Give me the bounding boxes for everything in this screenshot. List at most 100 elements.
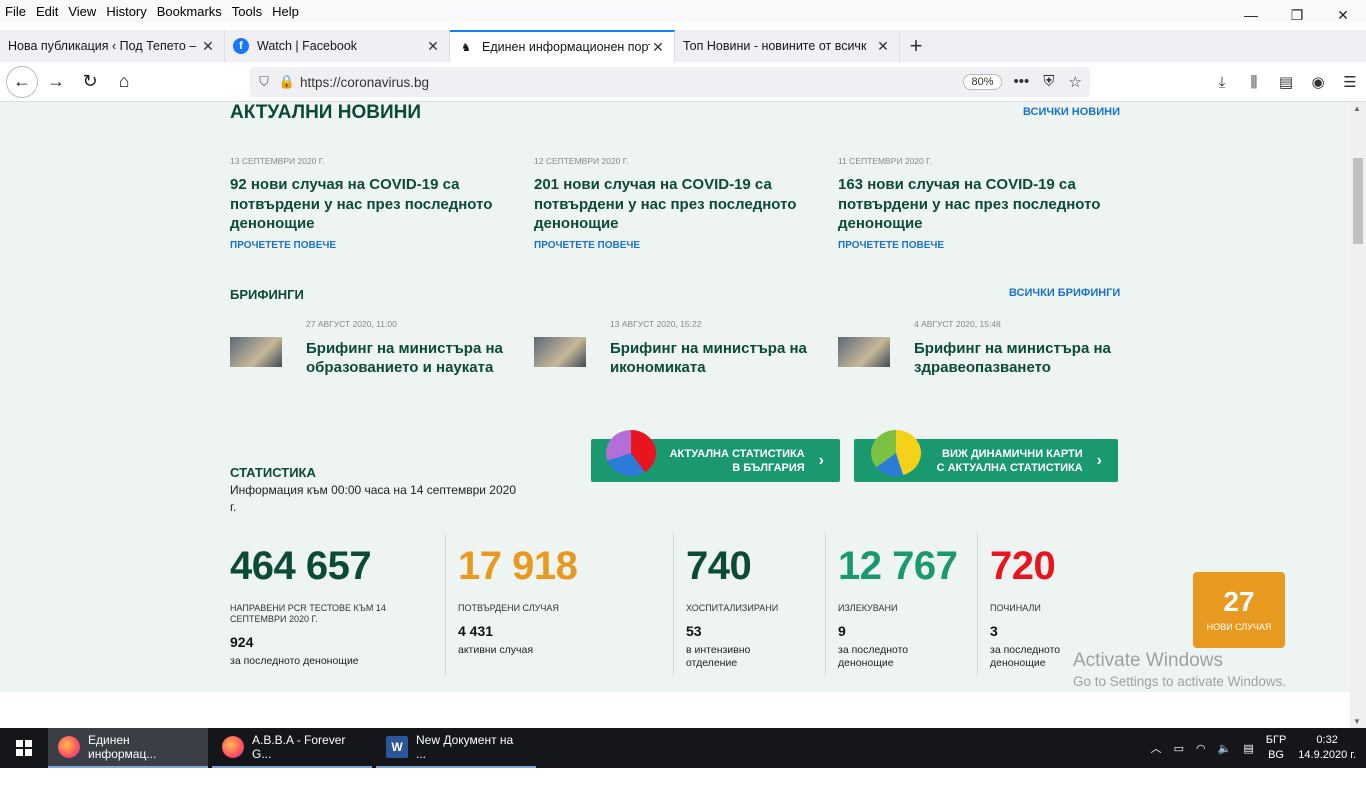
briefing-date: 27 АВГУСТ 2020, 11:00 [306, 319, 397, 329]
new-cases-value: 27 [1223, 586, 1255, 617]
word-icon: W [386, 736, 408, 758]
briefing-thumbnail[interactable] [230, 337, 282, 367]
card-divider [445, 534, 446, 676]
toolbar-right: ⤓ ⫼ ▤ ◉ ☰ [1206, 66, 1366, 98]
start-button[interactable] [0, 728, 48, 768]
lion-crest-icon: ♞ [461, 41, 471, 54]
tab-top-novini[interactable]: Топ Новини - новините от всичк ✕ [675, 30, 900, 62]
taskbar-app-word[interactable]: W New Документ на ... [376, 728, 536, 768]
lock-icon[interactable]: 🔒 [278, 74, 296, 90]
chevron-up-icon[interactable]: ︿ [1151, 740, 1162, 756]
shield-icon[interactable]: ⛉ [250, 74, 278, 90]
tab-coronavirus[interactable]: ♞ Единен информационен порт ✕ [450, 30, 675, 62]
briefing-date: 13 АВГУСТ 2020, 15:22 [610, 319, 702, 329]
volume-icon[interactable]: 🔈 [1218, 742, 1232, 755]
new-cases-badge[interactable]: 27 НОВИ СЛУЧАЯ [1193, 572, 1285, 648]
close-window-button[interactable]: ✕ [1320, 0, 1366, 30]
menu-tools[interactable]: Tools [227, 4, 267, 19]
scrollbar-thumb[interactable] [1353, 158, 1363, 244]
confirmed-sub-value: 4 431 [458, 623, 494, 639]
close-tab-icon[interactable]: ✕ [425, 38, 441, 55]
minimize-button[interactable]: — [1228, 0, 1274, 30]
news-date: 12 СЕПТЕМВРИ 2020 Г. [534, 156, 629, 166]
read-more-link[interactable]: ПРОЧЕТЕТЕ ПОВЕЧЕ [838, 240, 944, 251]
language-code: БГР [1265, 734, 1287, 746]
read-more-link[interactable]: ПРОЧЕТЕТЕ ПОВЕЧЕ [230, 240, 336, 251]
pcr-tests-sub-value: 924 [230, 634, 254, 650]
hospitalized-sub-value: 53 [686, 623, 702, 639]
menu-bar: File Edit View History Bookmarks Tools H… [0, 0, 1366, 22]
page-scrollbar[interactable]: ▲ ▼ [1350, 102, 1366, 728]
taskbar-app-firefox-1[interactable]: Единен информац... [48, 728, 208, 768]
scroll-up-icon[interactable]: ▲ [1353, 104, 1361, 113]
notifications-icon[interactable]: ▤ [1243, 742, 1253, 755]
bookmark-star-icon[interactable]: ☆ [1069, 73, 1082, 91]
pcr-tests-sub-label: за последното денонощие [230, 655, 359, 667]
back-button[interactable]: ← [6, 65, 38, 98]
recovered-sub-value: 9 [838, 623, 846, 639]
url-text[interactable]: https://coronavirus.bg [296, 75, 963, 90]
screen-below-taskbar [0, 768, 1366, 800]
sidebar-icon[interactable]: ▤ [1270, 66, 1302, 98]
account-icon[interactable]: ◉ [1302, 66, 1334, 98]
briefing-thumbnail[interactable] [838, 337, 890, 367]
activate-subtitle: Go to Settings to activate Windows. [1073, 674, 1287, 689]
language-indicator[interactable]: БГР BG [1266, 733, 1287, 763]
library-icon[interactable]: ⫼ [1238, 66, 1270, 98]
clock[interactable]: 0:32 14.9.2020 г. [1298, 733, 1356, 763]
chevron-right-icon: › [1096, 451, 1102, 469]
activate-windows-watermark: Activate Windows Go to Settings to activ… [1073, 650, 1286, 689]
reload-button[interactable]: ↻ [74, 66, 106, 98]
scroll-down-icon[interactable]: ▼ [1353, 717, 1361, 726]
downloads-icon[interactable]: ⤓ [1206, 66, 1238, 98]
news-title[interactable]: 163 нови случая на COVID-19 са потвърден… [838, 175, 1118, 234]
briefing-title[interactable]: Брифинг на министъра на икономиката [610, 339, 820, 377]
hamburger-menu-icon[interactable]: ☰ [1334, 66, 1366, 98]
maximize-button[interactable]: ❐ [1274, 0, 1320, 30]
system-tray: ︿ ▭ ◠ 🔈 ▤ БГР BG 0:32 14.9.2020 г. [1151, 733, 1366, 763]
briefing-thumbnail[interactable] [534, 337, 586, 367]
taskbar-app-label: New Документ на ... [416, 733, 514, 761]
news-date: 13 СЕПТЕМВРИ 2020 Г. [230, 156, 325, 166]
tab-pod-tepeto[interactable]: Нова публикация ‹ Под Тепето – И ✕ [0, 30, 225, 62]
close-tab-icon[interactable]: ✕ [650, 39, 666, 56]
read-more-link[interactable]: ПРОЧЕТЕТЕ ПОВЕЧЕ [534, 240, 640, 251]
close-tab-icon[interactable]: ✕ [875, 38, 891, 55]
wifi-icon[interactable]: ◠ [1196, 742, 1206, 755]
new-tab-button[interactable]: + [900, 30, 932, 62]
news-title[interactable]: 92 нови случая на COVID-19 са потвърдени… [230, 175, 510, 234]
forward-button[interactable]: → [40, 66, 72, 98]
deceased-value: 720 [990, 544, 1056, 588]
all-briefings-link[interactable]: ВСИЧКИ БРИФИНГИ [1009, 287, 1120, 299]
battery-icon[interactable]: ▭ [1174, 742, 1184, 755]
home-button[interactable]: ⌂ [108, 66, 140, 98]
menu-file[interactable]: File [0, 4, 31, 19]
activate-title: Activate Windows [1073, 650, 1223, 671]
close-tab-icon[interactable]: ✕ [200, 38, 216, 55]
recovered-sub-label: за последното денонощие [838, 644, 909, 669]
menu-view[interactable]: View [63, 4, 101, 19]
zoom-level[interactable]: 80% [963, 74, 1002, 90]
recovered-value: 12 767 [838, 544, 958, 588]
confirmed-value: 17 918 [458, 544, 578, 588]
briefing-title[interactable]: Брифинг на министъра на образованието и … [306, 339, 516, 377]
menu-help[interactable]: Help [267, 4, 304, 19]
news-title[interactable]: 201 нови случая на COVID-19 са потвърден… [534, 175, 814, 234]
menu-bookmarks[interactable]: Bookmarks [152, 4, 227, 19]
firefox-icon [222, 736, 244, 758]
all-news-link[interactable]: ВСИЧКИ НОВИНИ [1023, 106, 1120, 118]
page-content: АКТУАЛНИ НОВИНИ ВСИЧКИ НОВИНИ 13 СЕПТЕМВ… [0, 102, 1350, 692]
more-actions-icon[interactable]: ••• [1014, 73, 1030, 91]
briefing-title[interactable]: Брифинг на министъра на здравеопазването [914, 339, 1124, 377]
menu-history[interactable]: History [101, 4, 151, 19]
menu-edit[interactable]: Edit [31, 4, 63, 19]
tab-facebook[interactable]: f Watch | Facebook ✕ [225, 30, 450, 62]
statistics-heading: СТАТИСТИКА [230, 465, 316, 480]
taskbar-app-label: A.B.B.A - Forever G... [252, 733, 346, 761]
statistics-info: Информация към 00:00 часа на 14 септемвр… [230, 483, 516, 514]
deceased-label: ПОЧИНАЛИ [990, 603, 1041, 613]
pocket-icon[interactable]: ⛨ [1043, 73, 1054, 91]
taskbar-app-firefox-2[interactable]: A.B.B.A - Forever G... [212, 728, 372, 768]
address-bar[interactable]: ⛉ 🔒 https://coronavirus.bg 80% ••• ⛨ ☆ [250, 67, 1090, 97]
confirmed-sub-label: активни случая [458, 644, 534, 656]
